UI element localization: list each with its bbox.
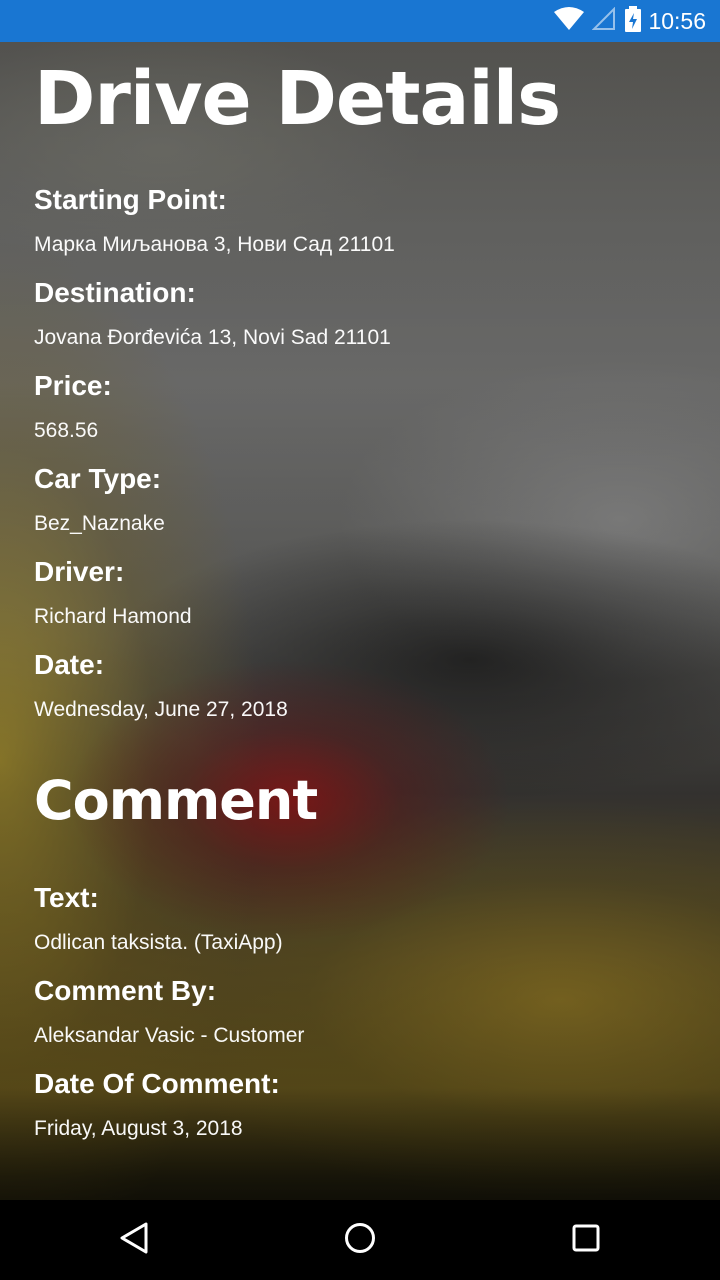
- field-label: Date:: [34, 649, 105, 680]
- home-button[interactable]: [300, 1200, 420, 1280]
- wifi-icon: [554, 6, 585, 36]
- field-comment-by: Comment By: Aleksandar Vasic - Customer: [34, 974, 700, 1048]
- back-icon: [118, 1221, 150, 1260]
- field-value: Odlican taksista. (TaxiApp): [34, 931, 283, 954]
- status-icons: [554, 5, 642, 37]
- recents-button[interactable]: [526, 1200, 646, 1280]
- field-label: Comment By:: [34, 975, 217, 1006]
- field-label: Destination:: [34, 277, 196, 308]
- status-time: 10:56: [648, 7, 706, 34]
- cellular-signal-icon: [592, 6, 616, 36]
- field-value: Aleksandar Vasic - Customer: [34, 1024, 305, 1047]
- field-value: 568.56: [34, 419, 99, 442]
- drive-details-content: Drive Details Starting Point: Марка Миља…: [34, 42, 700, 1141]
- field-comment-text: Text: Odlican taksista. (TaxiApp): [34, 881, 700, 955]
- navigation-bar: [0, 1200, 720, 1280]
- field-value: Jovana Đorđevića 13, Novi Sad 21101: [34, 326, 391, 349]
- field-label: Date Of Comment:: [34, 1068, 280, 1099]
- field-label: Car Type:: [34, 463, 162, 494]
- field-label: Starting Point:: [34, 184, 227, 215]
- field-destination: Destination: Jovana Đorđevića 13, Novi S…: [34, 276, 700, 350]
- field-label: Text:: [34, 882, 99, 913]
- field-date: Date: Wednesday, June 27, 2018: [34, 648, 700, 722]
- field-driver: Driver: Richard Hamond: [34, 555, 700, 629]
- comment-section-title: Comment: [34, 769, 318, 832]
- home-icon: [344, 1222, 376, 1259]
- status-bar: 10:56: [0, 0, 720, 42]
- battery-charging-icon: [624, 5, 642, 37]
- field-comment-date: Date Of Comment: Friday, August 3, 2018: [34, 1067, 700, 1141]
- back-button[interactable]: [74, 1200, 194, 1280]
- field-value: Friday, August 3, 2018: [34, 1117, 243, 1140]
- field-value: Марка Миљанова 3, Нови Сад 21101: [34, 233, 395, 256]
- field-car-type: Car Type: Bez_Naznake: [34, 462, 700, 536]
- field-starting-point: Starting Point: Марка Миљанова 3, Нови С…: [34, 183, 700, 257]
- field-label: Price:: [34, 370, 112, 401]
- field-value: Richard Hamond: [34, 605, 192, 628]
- field-price: Price: 568.56: [34, 369, 700, 443]
- field-value: Wednesday, June 27, 2018: [34, 698, 288, 721]
- recents-icon: [572, 1224, 600, 1257]
- field-value: Bez_Naznake: [34, 512, 165, 535]
- field-label: Driver:: [34, 556, 125, 587]
- page-title: Drive Details: [34, 56, 561, 142]
